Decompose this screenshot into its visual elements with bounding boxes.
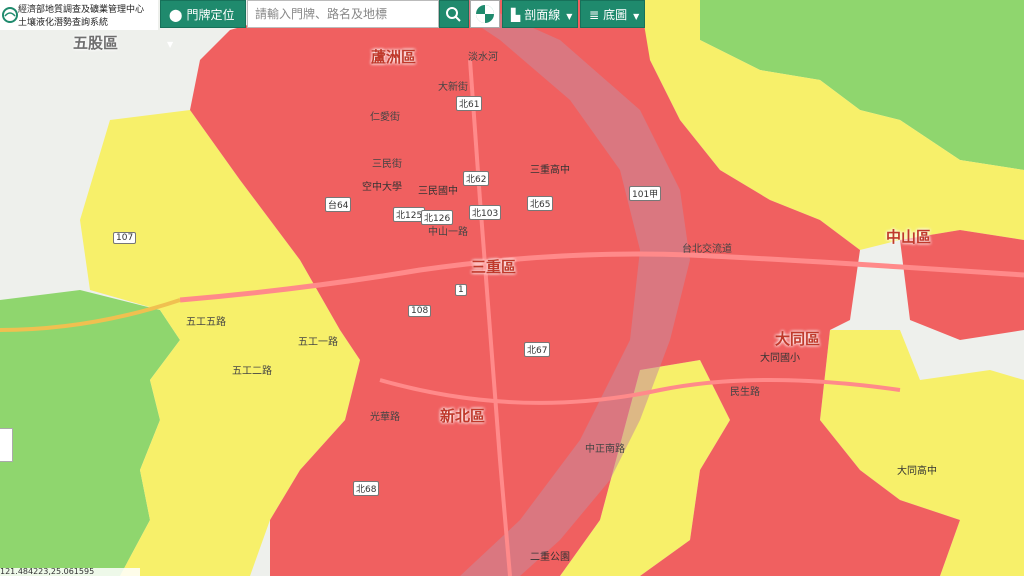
road-label: 五工五路	[186, 317, 226, 328]
poi-label: 三民國中	[418, 186, 458, 197]
poi-label: 大同國小	[760, 353, 800, 364]
brand-header: 經濟部地質調查及礦業管理中心 土壤液化潛勢查詢系統	[0, 0, 158, 30]
district-label: 五股區	[73, 34, 119, 52]
road-label: 光華路	[370, 412, 400, 423]
road-label: 中山一路	[428, 227, 468, 238]
system-name: 土壤液化潛勢查詢系統	[18, 18, 109, 28]
legend-toggle-button[interactable]	[470, 0, 500, 28]
highway-shield: 107	[113, 232, 137, 244]
poi-label: 大同高中	[897, 466, 937, 477]
search-button[interactable]	[439, 0, 469, 28]
chevron-down-icon: ▼	[167, 40, 174, 49]
road-label: 仁愛街	[370, 112, 400, 123]
basemap-button[interactable]: ≣ 底圖 ▼	[580, 0, 645, 28]
road-label: 五工一路	[298, 337, 338, 348]
area-chart-icon: ▙	[511, 8, 521, 22]
poi-label: 空中大學	[362, 182, 402, 193]
district-label: 蘆洲區	[371, 48, 417, 66]
road-label: 淡水河	[468, 52, 498, 63]
district-label: 三重區	[471, 258, 517, 276]
locate-label: 門牌定位	[186, 8, 235, 22]
road-label: 台北交流道	[682, 244, 732, 255]
basemap-label: 底圖	[603, 8, 628, 22]
layers-icon: ≣	[589, 8, 600, 22]
chevron-down-icon: ▼	[566, 12, 573, 21]
agency-name: 經濟部地質調查及礦業管理中心	[18, 5, 145, 15]
highway-shield: 101甲	[629, 186, 662, 201]
locate-dropdown-button[interactable]: ⬤ 門牌定位 ▼	[160, 0, 246, 49]
search-icon	[446, 7, 461, 22]
road-label: 五工二路	[232, 366, 272, 377]
highway-shield: 北61	[456, 96, 483, 111]
pie-legend-icon	[476, 5, 494, 23]
poi-label: 二重公園	[530, 552, 570, 563]
address-search-input[interactable]: 請輸入門牌、路名及地標	[247, 0, 439, 28]
road-label: 大新街	[438, 82, 468, 93]
profile-label: 剖面線	[524, 8, 561, 22]
road-label: 三民街	[372, 159, 402, 170]
district-label: 中山區	[886, 228, 932, 246]
highway-shield: 台64	[325, 197, 352, 212]
profile-line-button[interactable]: ▙ 剖面線 ▼	[502, 0, 578, 28]
highway-shield: 108	[408, 305, 432, 317]
district-label: 新北區	[440, 407, 486, 425]
highway-shield: 北62	[463, 171, 490, 186]
road-label: 中正南路	[585, 444, 625, 455]
top-toolbar: 經濟部地質調查及礦業管理中心 土壤液化潛勢查詢系統 ⬤ 門牌定位 ▼ 請輸入門牌、路…	[0, 0, 645, 49]
district-label: 大同區	[775, 330, 821, 348]
highway-shield: 北68	[353, 481, 380, 496]
map-canvas[interactable]	[0, 0, 1024, 576]
highway-shield: 北103	[469, 205, 502, 220]
zoom-control[interactable]	[0, 428, 13, 462]
chevron-down-icon: ▼	[633, 12, 640, 21]
highway-shield: 北126	[421, 210, 454, 225]
map-pin-icon: ⬤	[169, 8, 183, 22]
highway-shield: 北65	[527, 196, 554, 211]
highway-shield: 北67	[524, 342, 551, 357]
poi-label: 三重高中	[530, 165, 570, 176]
road-label: 民生路	[730, 387, 760, 398]
highway-shield: 1	[455, 284, 467, 296]
coordinate-readout: 121.484223,25.061595	[0, 568, 140, 576]
